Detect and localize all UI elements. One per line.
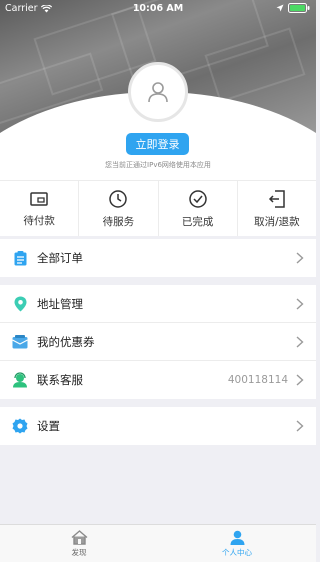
coupon-icon bbox=[12, 334, 28, 348]
settings-label: 设置 bbox=[37, 419, 60, 433]
gear-icon bbox=[12, 418, 28, 434]
wallet-icon bbox=[30, 191, 48, 206]
tab-discover-label: 发现 bbox=[71, 547, 87, 557]
address-row[interactable]: 地址管理 bbox=[0, 285, 316, 323]
support-label: 联系客服 bbox=[37, 373, 83, 387]
login-button[interactable]: 立即登录 bbox=[126, 133, 189, 155]
order-label: 已完成 bbox=[181, 215, 214, 228]
chevron-right-icon bbox=[296, 420, 304, 432]
clipboard-icon bbox=[14, 250, 26, 265]
order-label: 取消/退款 bbox=[254, 215, 300, 228]
person-icon bbox=[230, 530, 244, 545]
user-placeholder-icon bbox=[148, 82, 168, 103]
service-group: 地址管理 我的优惠券 联系客服 400118114 bbox=[0, 285, 316, 399]
avatar[interactable] bbox=[128, 62, 188, 122]
order-pending-service[interactable]: 待服务 bbox=[79, 181, 159, 236]
location-arrow-icon bbox=[276, 4, 284, 12]
chevron-right-icon bbox=[296, 374, 304, 386]
battery-icon bbox=[288, 3, 310, 13]
customer-service-icon bbox=[13, 372, 27, 388]
order-completed[interactable]: 已完成 bbox=[159, 181, 238, 236]
tab-discover[interactable]: 发现 bbox=[0, 525, 158, 562]
settings-row[interactable]: 设置 bbox=[0, 407, 316, 445]
chevron-right-icon bbox=[296, 335, 304, 348]
chevron-right-icon bbox=[296, 252, 304, 264]
settings-group: 设置 bbox=[0, 407, 316, 445]
coupons-label: 我的优惠券 bbox=[37, 334, 95, 349]
tab-profile-label: 个人中心 bbox=[222, 547, 252, 557]
all-orders-label: 全部订单 bbox=[37, 251, 83, 265]
check-circle-icon bbox=[188, 189, 207, 208]
status-time: 10:06 AM bbox=[132, 3, 184, 14]
order-label: 待付款 bbox=[23, 214, 55, 227]
location-pin-icon bbox=[14, 296, 26, 311]
tab-bar: 发现 个人中心 bbox=[0, 524, 316, 562]
chevron-right-icon bbox=[296, 297, 304, 310]
tab-profile[interactable]: 个人中心 bbox=[158, 525, 316, 562]
order-cancel-refund[interactable]: 取消/退款 bbox=[238, 181, 316, 236]
refund-icon bbox=[268, 189, 285, 208]
clock-icon bbox=[109, 189, 128, 208]
address-label: 地址管理 bbox=[37, 296, 83, 311]
home-icon bbox=[71, 529, 87, 545]
ipv6-hint: 您当前正通过IPv6网络使用本应用 bbox=[105, 161, 211, 169]
order-pending-payment[interactable]: 待付款 bbox=[0, 181, 80, 236]
coupons-row[interactable]: 我的优惠券 bbox=[0, 323, 316, 361]
support-phone[interactable]: 400118114 bbox=[228, 374, 288, 386]
support-row[interactable]: 联系客服 400118114 bbox=[0, 361, 316, 399]
status-bar: Carrier 10:06 AM bbox=[0, 0, 316, 18]
order-label: 待服务 bbox=[102, 215, 135, 228]
order-status-bar: 待付款 待服务 已完成 取消/退款 bbox=[0, 180, 316, 236]
all-orders-group: 全部订单 bbox=[0, 239, 316, 277]
profile-header: Carrier 10:06 AM 立即登录 您当前正通过IPv6网络使用本应用 bbox=[0, 0, 316, 180]
all-orders-row[interactable]: 全部订单 bbox=[0, 239, 316, 277]
